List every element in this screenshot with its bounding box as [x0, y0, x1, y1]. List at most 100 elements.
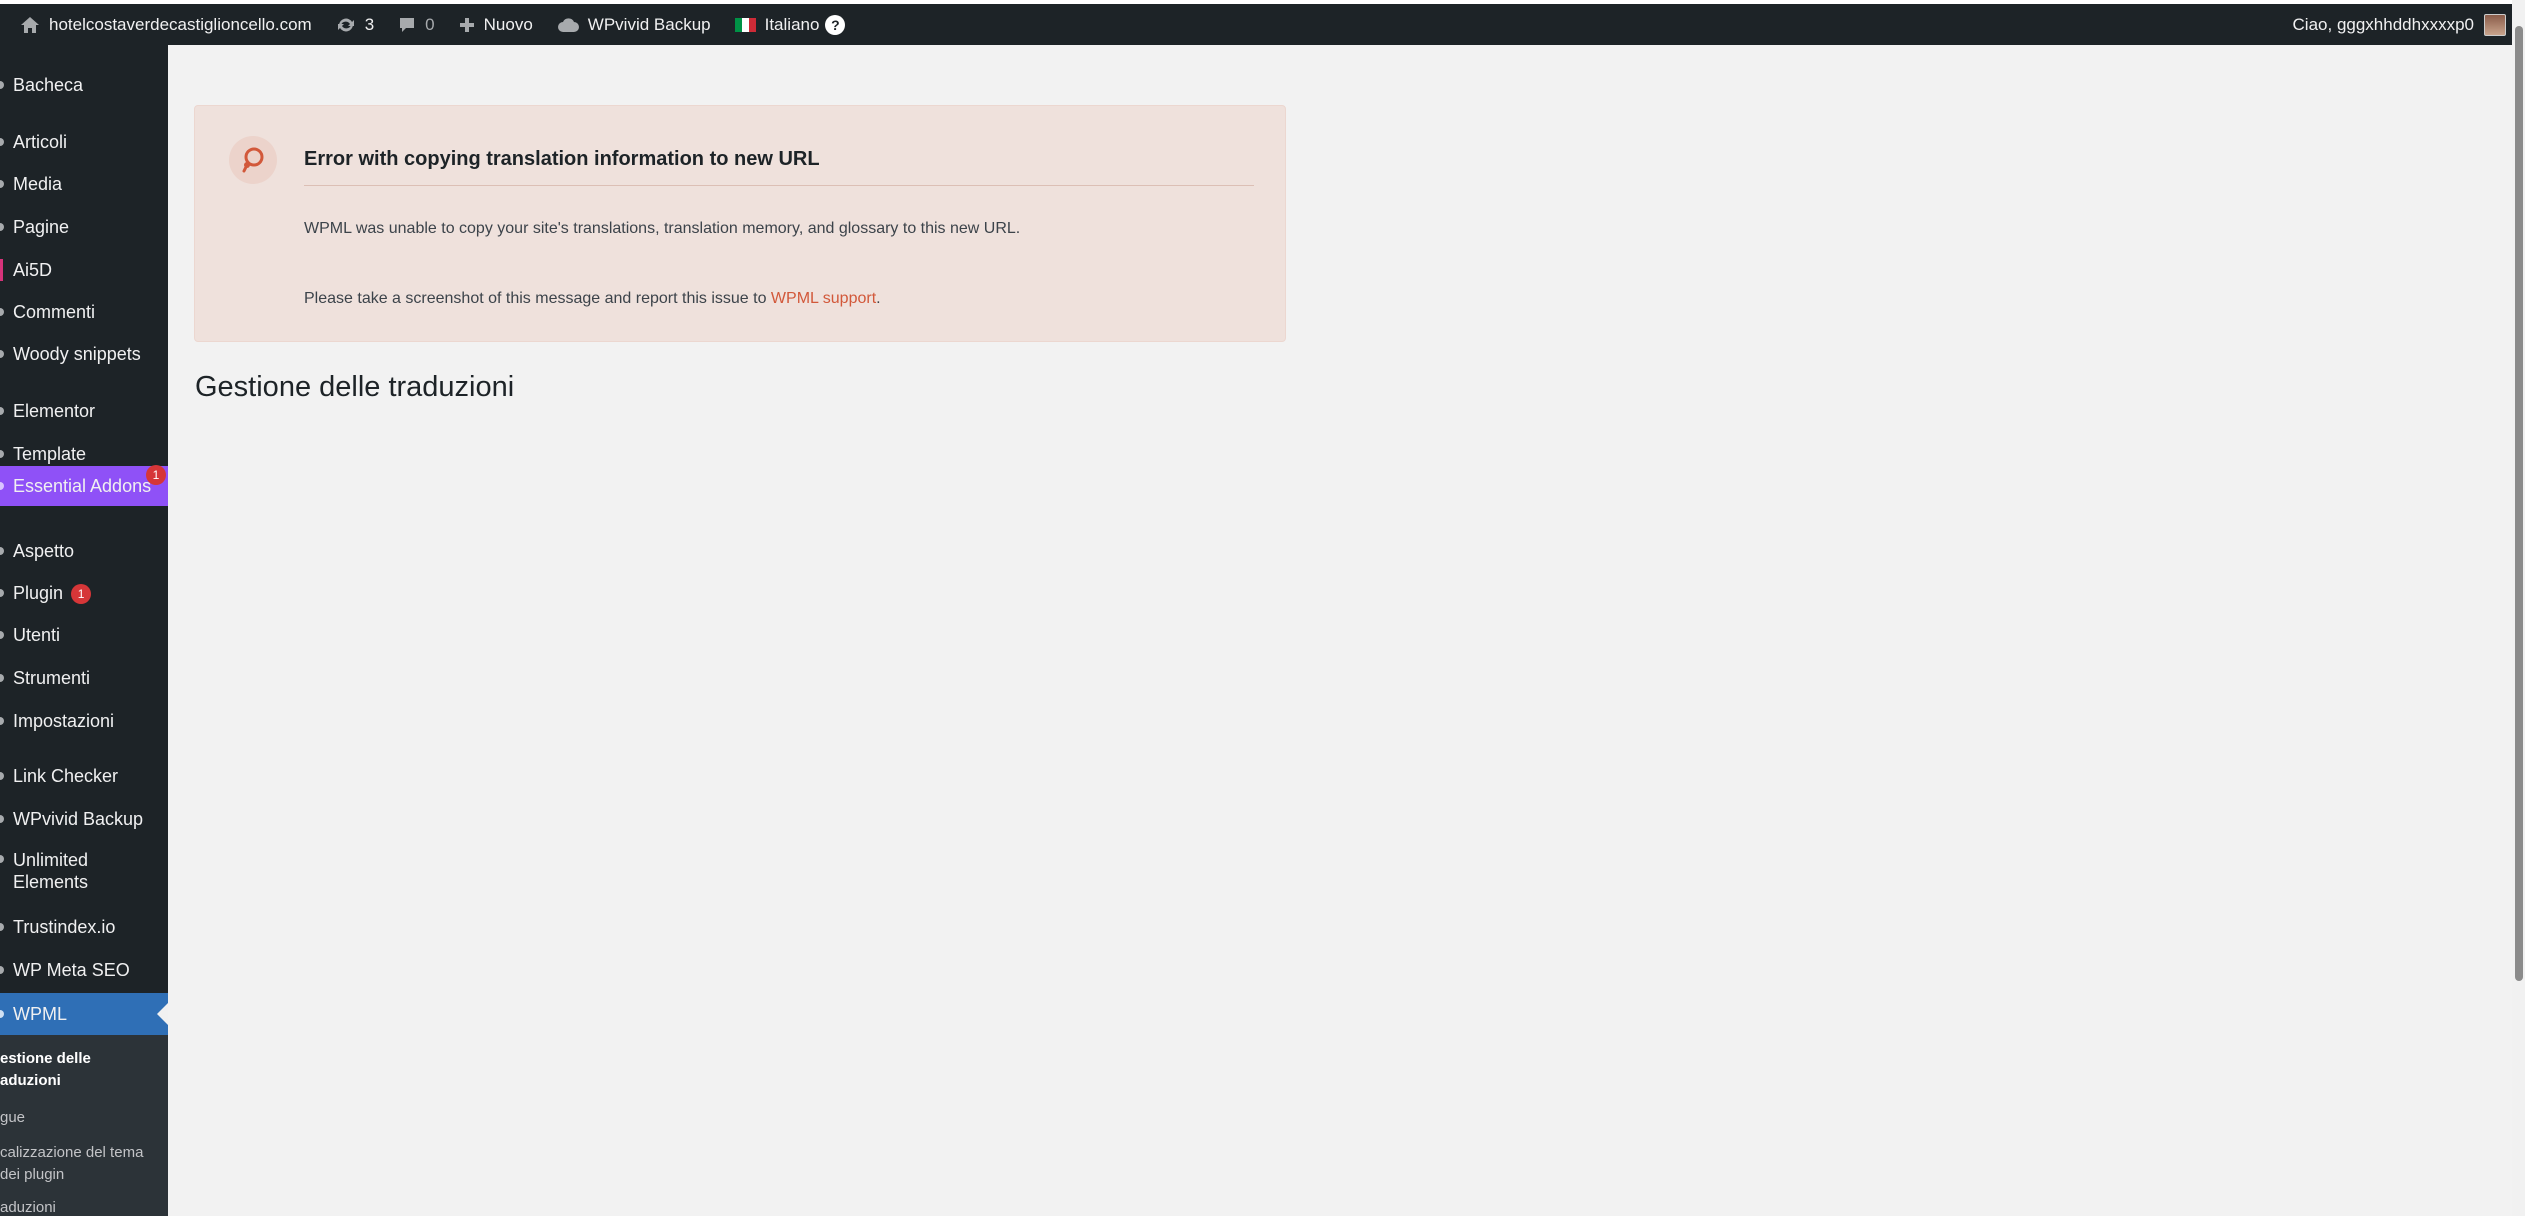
sidebar-item-unlimited-elements[interactable]: Unlimited Elements: [0, 845, 168, 897]
submenu-label: calizzazione del tema: [0, 1144, 144, 1161]
new-content-link[interactable]: Nuovo: [447, 4, 545, 45]
cloud-icon: [557, 17, 579, 33]
notification-badge: 1: [146, 465, 166, 485]
italian-flag-icon: [734, 17, 756, 32]
media-icon: [0, 180, 4, 188]
comments-link[interactable]: 0: [386, 4, 446, 45]
admin-sidebar: Bacheca Articoli Media Pagine Ai5D Comme…: [0, 45, 168, 1216]
sidebar-item-aspetto[interactable]: Aspetto: [0, 535, 168, 567]
sidebar-item-wpvivid-backup[interactable]: WPvivid Backup: [0, 803, 168, 835]
sidebar-item-link-checker[interactable]: Link Checker: [0, 760, 168, 792]
sidebar-item-articoli[interactable]: Articoli: [0, 126, 168, 158]
sidebar-item-wpml[interactable]: WPML: [0, 993, 168, 1035]
sidebar-item-utenti[interactable]: Utenti: [0, 619, 168, 651]
wpml-submenu: estione delle aduzioni gue calizzazione …: [0, 1035, 168, 1216]
update-badge: 1: [71, 584, 92, 605]
submenu-item-gestione-traduzioni[interactable]: estione delle aduzioni: [0, 1048, 91, 1092]
site-name-link[interactable]: hotelcostaverdecastiglioncello.com: [0, 4, 324, 45]
submenu-label: aduzioni: [0, 1072, 61, 1089]
sidebar-item-label: Impostazioni: [13, 711, 115, 731]
link-checker-icon: [0, 772, 4, 780]
notice-divider: [304, 185, 1254, 186]
sidebar-item-label: WPML: [13, 1004, 67, 1024]
sidebar-item-plugin[interactable]: Plugin 1: [0, 577, 168, 609]
notice-instructions: Please take a screenshot of this message…: [304, 290, 881, 308]
unlimited-elements-icon: [0, 855, 4, 863]
ai5d-icon: [0, 259, 3, 281]
sidebar-item-label: WP Meta SEO: [13, 960, 130, 980]
sidebar-item-label: Trustindex.io: [13, 917, 116, 937]
sidebar-item-commenti[interactable]: Commenti: [0, 296, 168, 328]
current-menu-arrow: [157, 1003, 168, 1025]
admin-bar-inner: hotelcostaverdecastiglioncello.com 3 0 N…: [0, 4, 2512, 45]
backup-icon: [0, 815, 4, 823]
plugins-icon: [0, 589, 4, 597]
sidebar-item-strumenti[interactable]: Strumenti: [0, 662, 168, 694]
appearance-icon: [0, 547, 4, 555]
updates-icon: [336, 16, 356, 34]
wpml-icon: [0, 1010, 4, 1018]
help-icon[interactable]: ?: [825, 14, 846, 35]
submenu-label: dei plugin: [0, 1166, 65, 1183]
main-content: Error with copying translation informati…: [168, 45, 2512, 1216]
sidebar-item-label: Utenti: [13, 625, 61, 645]
sidebar-item-label: Unlimited Elements: [13, 850, 89, 892]
sidebar-item-label: Woody snippets: [13, 344, 141, 364]
new-label: Nuovo: [483, 14, 533, 34]
scrollbar-thumb[interactable]: [2515, 26, 2523, 981]
avatar: [2484, 13, 2506, 36]
updates-link[interactable]: 3: [324, 4, 386, 45]
sidebar-item-label: Media: [13, 174, 63, 194]
essential-addons-icon: [0, 482, 4, 490]
sidebar-item-label: Strumenti: [13, 668, 91, 688]
wpvivid-backup-link[interactable]: WPvivid Backup: [545, 4, 723, 45]
comment-icon: [398, 16, 416, 34]
language-switcher[interactable]: Italiano ?: [723, 4, 858, 45]
template-icon: [0, 450, 4, 458]
seo-icon: [0, 966, 4, 974]
sidebar-item-essential-addons[interactable]: Essential Addons 1: [0, 465, 168, 506]
notice-title: Error with copying translation informati…: [304, 148, 820, 170]
sidebar-item-label: Template: [13, 444, 87, 464]
sidebar-item-ai5d[interactable]: Ai5D: [0, 254, 168, 286]
backup-label: WPvivid Backup: [587, 14, 711, 34]
sidebar-item-trustindex[interactable]: Trustindex.io: [0, 911, 168, 943]
wpml-logo-icon: [229, 136, 277, 184]
sidebar-item-label: Ai5D: [13, 260, 53, 280]
submenu-item-localizzazione[interactable]: calizzazione del tema dei plugin: [0, 1142, 143, 1186]
sidebar-item-label: Essential Addons: [13, 476, 152, 496]
trustindex-icon: [0, 923, 4, 931]
sidebar-item-label: Aspetto: [13, 541, 75, 561]
sidebar-item-media[interactable]: Media: [0, 168, 168, 200]
comments-icon: [0, 308, 4, 316]
greeting: Ciao, gggxhhddhxxxxp0: [2292, 14, 2474, 34]
language-label: Italiano: [764, 14, 820, 34]
sidebar-item-pagine[interactable]: Pagine: [0, 211, 168, 243]
error-notice: Error with copying translation informati…: [194, 105, 1286, 342]
site-name: hotelcostaverdecastiglioncello.com: [49, 14, 312, 34]
posts-icon: [0, 138, 4, 146]
wpml-support-link[interactable]: WPML support: [771, 290, 876, 307]
notice-instructions-prefix: Please take a screenshot of this message…: [304, 290, 771, 307]
sidebar-item-label: Pagine: [13, 217, 70, 237]
sidebar-item-label: Elementor: [13, 401, 96, 421]
notice-message: WPML was unable to copy your site's tran…: [304, 220, 1021, 237]
sidebar-item-label: Commenti: [13, 302, 96, 322]
sidebar-item-bacheca[interactable]: Bacheca: [0, 69, 168, 101]
elementor-icon: [0, 407, 4, 415]
submenu-item-traduzioni[interactable]: aduzioni: [0, 1197, 56, 1216]
sidebar-item-elementor[interactable]: Elementor: [0, 395, 168, 427]
page-scrollbar[interactable]: [2512, 0, 2525, 1216]
admin-bar: hotelcostaverdecastiglioncello.com 3 0 N…: [0, 0, 2525, 50]
sidebar-item-woody-snippets[interactable]: Woody snippets: [0, 338, 168, 370]
sidebar-item-wp-meta-seo[interactable]: WP Meta SEO: [0, 954, 168, 986]
my-account-link[interactable]: Ciao, gggxhhddhxxxxp0: [2281, 4, 2512, 45]
submenu-item-lingue[interactable]: gue: [0, 1107, 25, 1129]
sidebar-item-label: Link Checker: [13, 766, 119, 786]
sidebar-item-label: WPvivid Backup: [13, 809, 144, 829]
submenu-label: gue: [0, 1109, 26, 1126]
sidebar-item-label: Bacheca: [13, 75, 84, 95]
home-icon: [20, 16, 40, 34]
sidebar-item-impostazioni[interactable]: Impostazioni: [0, 705, 168, 737]
settings-icon: [0, 717, 4, 725]
